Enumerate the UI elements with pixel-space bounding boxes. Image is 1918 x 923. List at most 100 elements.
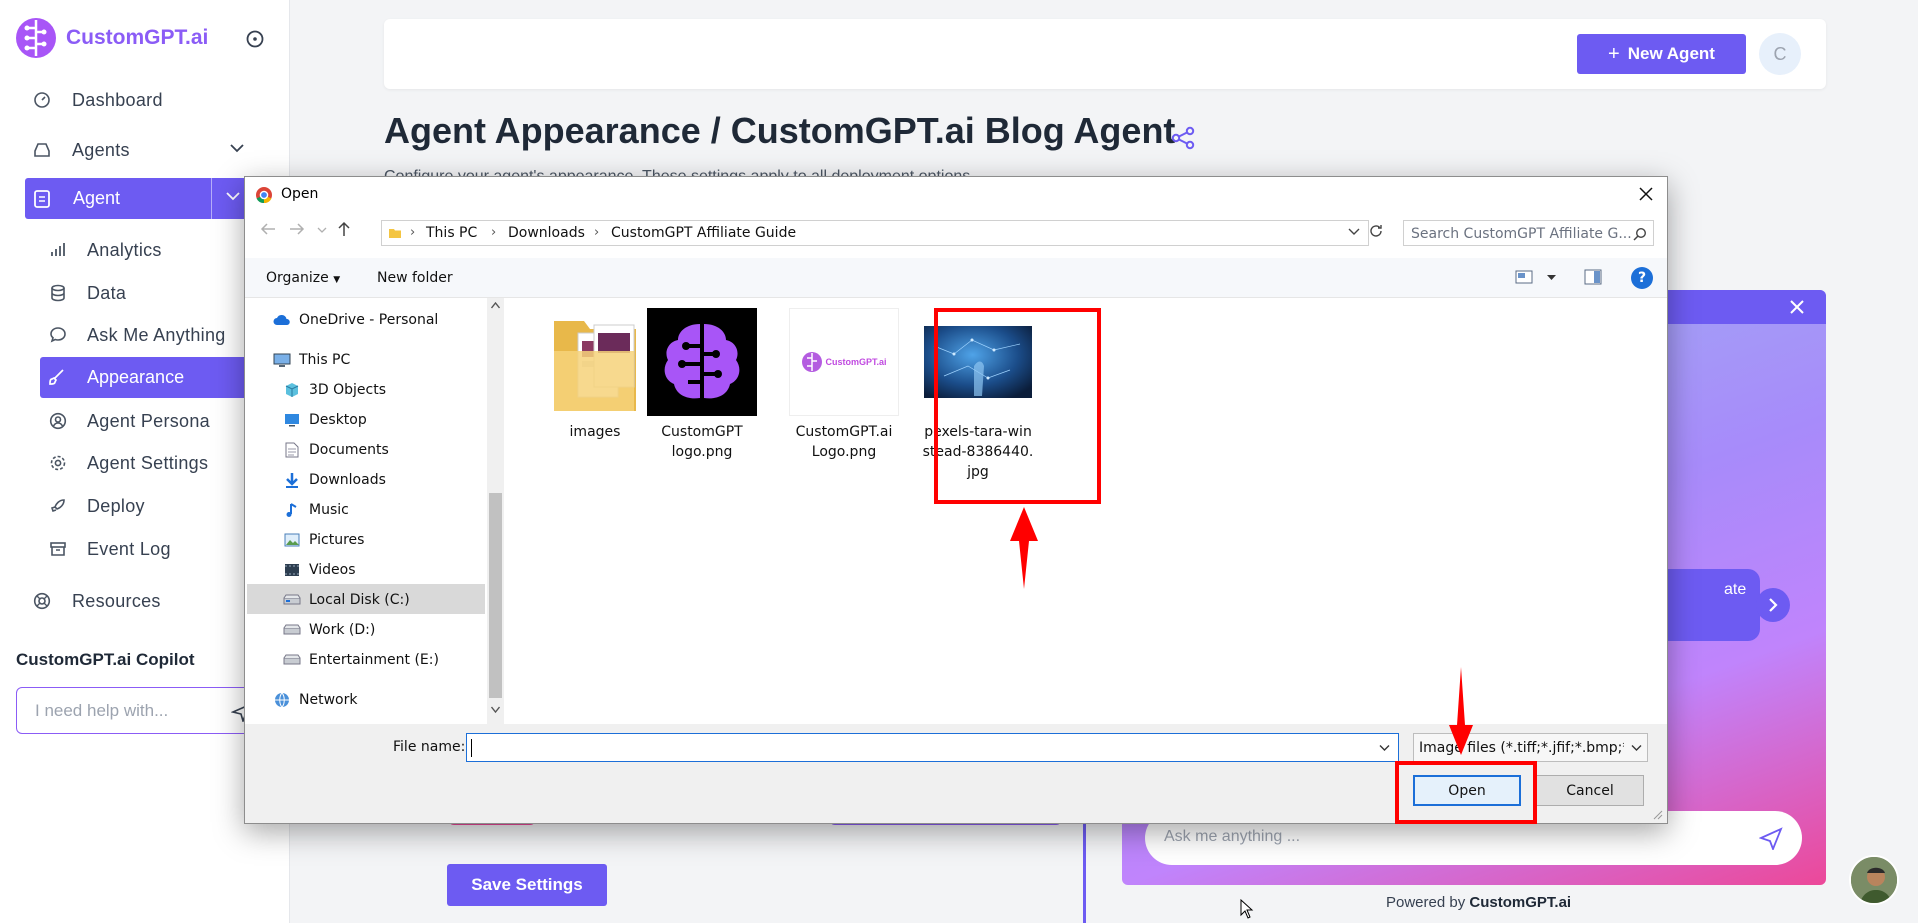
- gauge-icon: [32, 90, 52, 110]
- breadcrumb-this-pc[interactable]: This PC: [426, 225, 477, 241]
- annotation-arrow-up-icon: [1010, 507, 1038, 589]
- powered-brand[interactable]: CustomGPT.ai: [1469, 894, 1571, 911]
- brain-logo-icon: [16, 18, 56, 58]
- computer-icon: [273, 352, 291, 368]
- drive-icon: [283, 592, 301, 608]
- scroll-up-icon[interactable]: [491, 302, 500, 309]
- cube-icon: [283, 382, 301, 398]
- refresh-icon[interactable]: [1368, 223, 1384, 239]
- tree-item-label: Desktop: [309, 412, 367, 428]
- copilot-input[interactable]: I need help with...: [16, 687, 256, 734]
- share-icon[interactable]: [1170, 125, 1196, 151]
- tree-item-this-pc[interactable]: This PC: [273, 348, 350, 372]
- close-icon[interactable]: [1789, 299, 1805, 315]
- breadcrumb-downloads[interactable]: Downloads: [508, 225, 585, 241]
- history-icon[interactable]: [245, 29, 265, 49]
- forward-arrow-icon[interactable]: [288, 221, 306, 237]
- chevron-down-icon[interactable]: [229, 140, 245, 156]
- cloud-icon: [273, 312, 291, 328]
- organize-menu[interactable]: Organize ▼: [266, 270, 340, 286]
- organize-label: Organize: [266, 270, 329, 286]
- file-item-customgpt-ai-logo[interactable]: CustomGPT.ai CustomGPT.ai Logo.png: [788, 308, 900, 462]
- tree-item-videos[interactable]: Videos: [283, 558, 356, 582]
- search-placeholder: Search CustomGPT Affiliate G...: [1411, 226, 1632, 242]
- file-name: CustomGPT logo.png: [661, 424, 743, 460]
- dialog-title: Open: [281, 186, 319, 202]
- next-button[interactable]: [1756, 588, 1790, 622]
- new-agent-label: New Agent: [1627, 44, 1715, 63]
- tree-item-music[interactable]: Music: [283, 498, 349, 522]
- chevron-down-icon[interactable]: [225, 188, 241, 204]
- tree-item-work-d[interactable]: Work (D:): [283, 618, 375, 642]
- sidebar-item-agents[interactable]: Agents: [0, 138, 290, 162]
- document-icon: [283, 442, 301, 458]
- tree-item-label: Entertainment (E:): [309, 652, 439, 668]
- pictures-icon: [283, 532, 301, 548]
- tree-item-label: 3D Objects: [309, 382, 387, 398]
- file-item-customgpt-logo[interactable]: CustomGPT logo.png: [646, 308, 758, 462]
- chevron-down-icon[interactable]: [1379, 744, 1390, 752]
- sidebar-item-dashboard[interactable]: Dashboard: [0, 88, 290, 112]
- breadcrumb-current-folder[interactable]: CustomGPT Affiliate Guide: [611, 225, 796, 241]
- chrome-icon: [255, 186, 273, 204]
- help-icon[interactable]: ?: [1631, 267, 1653, 289]
- chevron-down-icon: [1631, 744, 1836, 752]
- tree-item-label: Music: [309, 502, 349, 518]
- chevron-right-icon: ›: [594, 225, 600, 240]
- search-input[interactable]: Search CustomGPT Affiliate G...: [1403, 220, 1654, 246]
- address-bar[interactable]: › This PC › Downloads › CustomGPT Affili…: [381, 220, 1369, 246]
- powered-by: Powered by CustomGPT.ai: [1386, 894, 1571, 911]
- sidebar-item-agent[interactable]: Agent: [25, 178, 258, 219]
- chat-icon: [48, 325, 68, 345]
- user-avatar[interactable]: C: [1759, 33, 1801, 75]
- recent-dropdown-icon[interactable]: [317, 226, 327, 234]
- resize-grip-icon[interactable]: [1653, 810, 1663, 820]
- command-bar: Organize ▼ New folder ?: [245, 258, 1667, 298]
- tree-item-documents[interactable]: Documents: [283, 438, 389, 462]
- preview-pane-icon[interactable]: [1584, 269, 1602, 285]
- tree-item-local-disk-c[interactable]: Local Disk (C:): [283, 588, 410, 612]
- cancel-button[interactable]: Cancel: [1536, 775, 1644, 806]
- brand[interactable]: CustomGPT.ai: [14, 16, 208, 60]
- file-item-images[interactable]: images: [539, 308, 651, 442]
- clipboard-icon: [33, 188, 53, 208]
- up-arrow-icon[interactable]: [337, 221, 351, 237]
- view-dropdown-icon[interactable]: [1547, 274, 1556, 281]
- close-icon[interactable]: [1638, 186, 1654, 202]
- sidebar-item-label: Event Log: [87, 538, 171, 559]
- tree-item-downloads[interactable]: Downloads: [283, 468, 386, 492]
- file-name-label: File name:: [393, 739, 466, 755]
- new-folder-button[interactable]: New folder: [377, 270, 453, 286]
- tree-item-network[interactable]: Network: [273, 688, 357, 712]
- tree-scrollbar[interactable]: [487, 298, 504, 724]
- tree-item-entertainment-e[interactable]: Entertainment (E:): [283, 648, 439, 672]
- tree-item-label: This PC: [299, 352, 351, 368]
- support-avatar[interactable]: [1849, 855, 1899, 905]
- new-agent-button[interactable]: + New Agent: [1577, 34, 1746, 74]
- tree-item-desktop[interactable]: Desktop: [283, 408, 367, 432]
- video-icon: [283, 562, 301, 578]
- back-arrow-icon[interactable]: [259, 221, 277, 237]
- tree-item-3d-objects[interactable]: 3D Objects: [283, 378, 386, 402]
- image-thumbnail: CustomGPT.ai: [789, 308, 899, 416]
- chevron-down-icon[interactable]: [1348, 227, 1360, 237]
- view-icon[interactable]: [1515, 270, 1533, 284]
- send-icon[interactable]: [1759, 826, 1783, 850]
- save-settings-button[interactable]: Save Settings: [447, 864, 607, 906]
- tree-item-label: OneDrive - Personal: [299, 312, 439, 328]
- drive-icon: [283, 622, 301, 638]
- sidebar-item-label: Ask Me Anything: [87, 324, 226, 345]
- tree-item-pictures[interactable]: Pictures: [283, 528, 364, 552]
- powered-prefix: Powered by: [1386, 894, 1470, 911]
- copilot-placeholder: I need help with...: [35, 701, 169, 720]
- scroll-down-icon[interactable]: [491, 706, 500, 713]
- file-name: CustomGPT.ai Logo.png: [795, 424, 893, 460]
- music-icon: [283, 502, 301, 518]
- logo-wordmark: CustomGPT.ai: [825, 357, 887, 367]
- navigation-pane: OneDrive - Personal This PC 3D Objects D…: [245, 298, 497, 724]
- tree-item-onedrive[interactable]: OneDrive - Personal: [273, 308, 438, 332]
- scrollbar-thumb[interactable]: [489, 493, 502, 698]
- archive-icon: [48, 539, 68, 559]
- file-name-input[interactable]: [466, 733, 1399, 762]
- sidebar-item-appearance[interactable]: Appearance: [40, 357, 258, 398]
